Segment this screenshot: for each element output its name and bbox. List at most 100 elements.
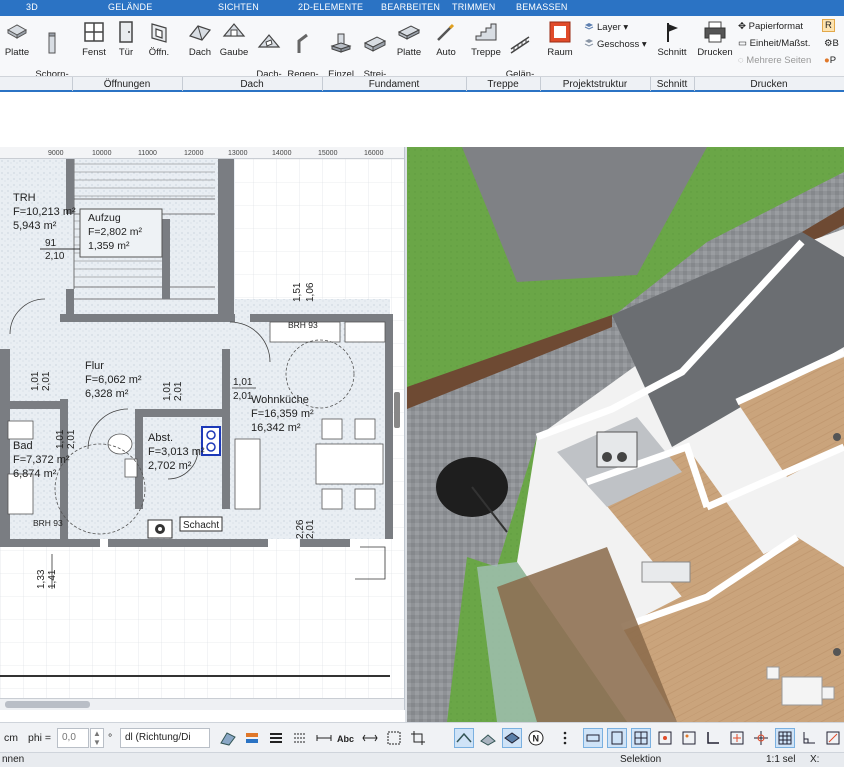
dim-label: 1,01 — [162, 381, 173, 401]
dim-label: 1,01 — [30, 371, 41, 391]
dl-select[interactable]: dl (Richtung/Di — [120, 728, 210, 748]
gaube-button[interactable]: Gaube — [218, 20, 250, 58]
splitter-handle[interactable] — [394, 392, 400, 428]
measure-icon[interactable] — [361, 729, 379, 747]
papierformat-icon: ✥ — [738, 21, 746, 32]
surface-icon[interactable] — [502, 728, 522, 748]
3d-view[interactable] — [407, 147, 844, 722]
crop-icon[interactable] — [409, 729, 427, 747]
wall-hatch-icon[interactable] — [219, 729, 237, 747]
dim-label: 1,01 — [233, 377, 253, 388]
oeffnung-label: Öffn. — [148, 47, 170, 58]
p-clipped-button[interactable]: ●P — [824, 55, 836, 66]
dimension-icon[interactable] — [315, 729, 333, 747]
tab-bearbeiten[interactable]: BEARBEITEN — [381, 2, 440, 12]
dim-label: 1,06 — [305, 282, 316, 302]
room-area-net: 1,359 m² — [88, 240, 130, 252]
tab-3d[interactable]: 3D — [26, 2, 38, 12]
scrollbar-thumb[interactable] — [5, 701, 90, 708]
window-icon — [84, 22, 104, 42]
dim-label: 2,10 — [45, 251, 65, 262]
group-fundament: Fundament — [368, 79, 420, 90]
3d-bath-fixture — [641, 561, 691, 583]
ribbon-group-bar: Öffnungen Dach Fundament Treppe Projekts… — [0, 76, 844, 92]
floor-plan-2d-view[interactable]: 9000 10000 11000 12000 13000 14000 15000… — [0, 147, 405, 710]
room-name: Flur — [85, 360, 104, 372]
r-clipped-label: R — [825, 20, 832, 31]
einheit-button[interactable]: ▭ Einheit/Maßst. — [738, 38, 810, 49]
lines-icon[interactable] — [267, 729, 285, 747]
brh-label: BRH 93 — [33, 518, 63, 528]
mehrere-seiten-button[interactable]: ◌ Mehrere Seiten — [738, 55, 811, 66]
floor-plan-drawing: TRH F=10,213 m² 5,943 m² Aufzug F=2,802 … — [0, 159, 404, 710]
dim-label: 91 — [45, 238, 57, 249]
snap-perpendicular-icon[interactable] — [800, 729, 818, 747]
geschoss-dropdown[interactable]: Geschoss ▾ — [584, 38, 647, 50]
roof-icon — [188, 25, 212, 41]
ribbon-tab-bar: 3D GELÄNDE SICHTEN 2D-ELEMENTE BEARBEITE… — [0, 0, 844, 16]
auto-button[interactable]: Auto — [431, 20, 461, 58]
dim-label: 1,51 — [292, 282, 303, 302]
oeffnung-button[interactable]: Öffn. — [145, 20, 173, 58]
papierformat-button[interactable]: ✥ Papierformat — [738, 21, 803, 32]
horizontal-scrollbar[interactable] — [0, 698, 404, 710]
tuer-button[interactable]: Tür — [114, 20, 138, 58]
room-area-net: 2,702 m² — [148, 460, 192, 472]
fenster-label: Fenst — [82, 47, 106, 58]
snap-image-icon[interactable] — [680, 729, 698, 747]
snap-raster-icon[interactable] — [775, 728, 795, 748]
schnitt-button[interactable]: Schnitt — [655, 20, 689, 58]
raum-button[interactable]: Raum — [545, 20, 575, 58]
p-clipped-label: P — [829, 55, 837, 66]
group-schnitt: Schnitt — [656, 79, 688, 90]
room-area: F=2,802 m² — [88, 226, 142, 238]
dach-button[interactable]: Dach — [186, 20, 214, 58]
snap-center-icon[interactable] — [728, 729, 746, 747]
room-area-net: 6,328 m² — [85, 388, 129, 400]
tab-trimmen[interactable]: TRIMMEN — [452, 2, 495, 12]
roof-view-icon[interactable] — [454, 728, 474, 748]
north-icon[interactable]: N — [527, 729, 545, 747]
snap-point-icon[interactable] — [656, 729, 674, 747]
room-area: F=7,372 m² — [13, 454, 70, 466]
ruler-tick: 14000 — [272, 150, 292, 157]
layer-stack-icon[interactable] — [243, 729, 261, 747]
treppe-button[interactable]: Treppe — [469, 20, 503, 58]
snap-angle-icon[interactable] — [704, 729, 722, 747]
magic-wand-icon — [437, 23, 455, 41]
opening-icon — [151, 23, 167, 43]
r-clipped-button[interactable]: R — [822, 19, 835, 32]
dim-label: 1,01 — [55, 429, 66, 449]
layer-dropdown[interactable]: Layer ▾ — [584, 21, 628, 33]
hatch-icon[interactable] — [479, 729, 497, 747]
snap-cross-icon[interactable] — [752, 729, 770, 747]
snap-rect-icon[interactable] — [583, 728, 603, 748]
ruler-tick: 9000 — [48, 150, 64, 157]
snap-corner-icon[interactable] — [607, 728, 627, 748]
dormer-icon — [222, 23, 246, 37]
text-abc-icon[interactable]: Abc — [337, 729, 355, 747]
slab-icon — [6, 24, 28, 39]
chimney-icon — [48, 32, 56, 54]
drucken-button[interactable]: Drucken — [696, 20, 734, 58]
platte-button[interactable]: Platte — [2, 20, 32, 58]
dashed-lines-icon[interactable] — [291, 729, 309, 747]
tab-2d-elemente[interactable]: 2D-ELEMENTE — [298, 2, 363, 12]
b-clipped-button[interactable]: ⚙B — [824, 38, 839, 49]
dim-label: 2,01 — [173, 381, 184, 401]
svg-text:N: N — [533, 734, 540, 744]
group-oeffnungen: Öffnungen — [103, 79, 151, 90]
more-options-icon[interactable] — [556, 729, 574, 747]
fenster-button[interactable]: Fenst — [80, 20, 108, 58]
phi-stepper[interactable]: ▲ ▼ — [90, 728, 104, 748]
fundament-platte-button[interactable]: Platte — [393, 20, 425, 58]
snap-grid-icon[interactable] — [631, 728, 651, 748]
frame-icon[interactable] — [385, 729, 403, 747]
tab-sichten[interactable]: SICHTEN — [218, 2, 259, 12]
svg-text:Abc: Abc — [337, 734, 354, 744]
tab-bemassen[interactable]: BEMASSEN — [516, 2, 568, 12]
snap-off-icon[interactable] — [824, 729, 842, 747]
dim-label: 2,01 — [233, 391, 253, 402]
tab-gelaende[interactable]: GELÄNDE — [108, 2, 152, 12]
phi-input[interactable]: 0,0 — [57, 728, 89, 748]
